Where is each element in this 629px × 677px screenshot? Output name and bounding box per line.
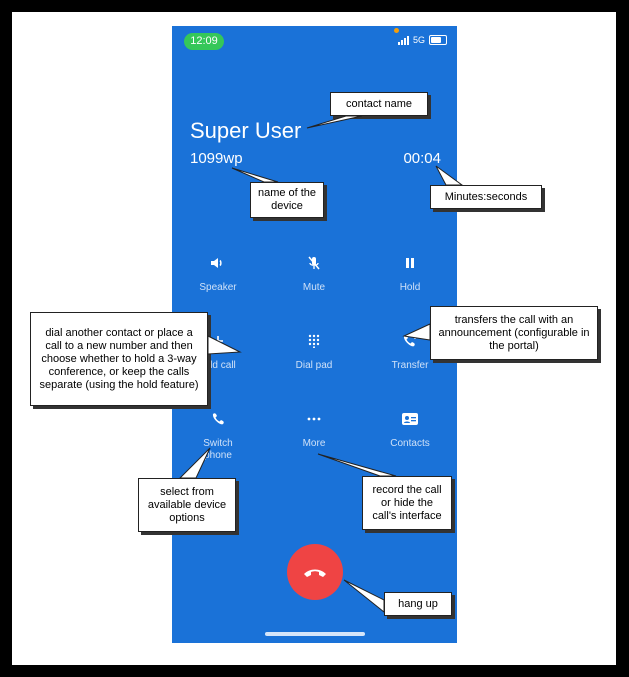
more-label: More — [302, 438, 326, 449]
mute-label: Mute — [302, 282, 326, 293]
more-button[interactable]: More — [274, 406, 354, 450]
callout-more: record the call or hide the call's inter… — [362, 476, 452, 530]
callout-timer: Minutes:seconds — [430, 185, 542, 209]
dial-pad-button[interactable]: Dial pad — [274, 328, 354, 372]
call-timer: 00:04 — [403, 150, 441, 167]
dialpad-icon — [274, 328, 354, 354]
contacts-card-icon — [370, 406, 450, 432]
mute-button[interactable]: Mute — [274, 250, 354, 294]
callout-switch-phone: select from available device options — [138, 478, 236, 532]
callout-device-name: name of the device — [250, 182, 324, 218]
contacts-label: Contacts — [390, 438, 430, 449]
callout-transfer: transfers the call with an announcement … — [430, 306, 598, 360]
contacts-button[interactable]: Contacts — [370, 406, 450, 450]
callout-hang-up: hang up — [384, 592, 452, 616]
transfer-label: Transfer — [391, 360, 429, 371]
network-label: 5G — [412, 35, 425, 45]
switch-phone-label: Switch phone — [203, 438, 233, 461]
contact-name: Super User — [190, 118, 302, 143]
privacy-indicator-dot — [394, 28, 399, 33]
hang-up-button[interactable] — [287, 544, 343, 600]
speaker-label: Speaker — [199, 282, 237, 293]
more-dots-icon — [274, 406, 354, 432]
status-time: 12:09 — [184, 33, 224, 50]
hold-label: Hold — [399, 282, 421, 293]
speaker-button[interactable]: Speaker — [178, 250, 258, 294]
callout-contact-name: contact name — [330, 92, 428, 116]
signal-icon — [397, 35, 409, 45]
pause-icon — [370, 250, 450, 276]
status-indicators: 5G — [397, 35, 447, 45]
dial-pad-label: Dial pad — [295, 360, 333, 371]
hold-button[interactable]: Hold — [370, 250, 450, 294]
phone-icon — [178, 406, 258, 432]
switch-phone-button[interactable]: Switch phone — [178, 406, 258, 462]
hang-up-icon — [304, 569, 326, 577]
phone-call-screen: 12:09 5G Super User 1099wp 00:04 Speaker… — [172, 26, 457, 643]
speaker-icon — [178, 250, 258, 276]
device-name: 1099wp — [190, 150, 243, 167]
callout-add-call: dial another contact or place a call to … — [30, 312, 208, 406]
mute-mic-icon — [274, 250, 354, 276]
battery-icon — [429, 35, 447, 45]
home-indicator — [265, 632, 365, 636]
